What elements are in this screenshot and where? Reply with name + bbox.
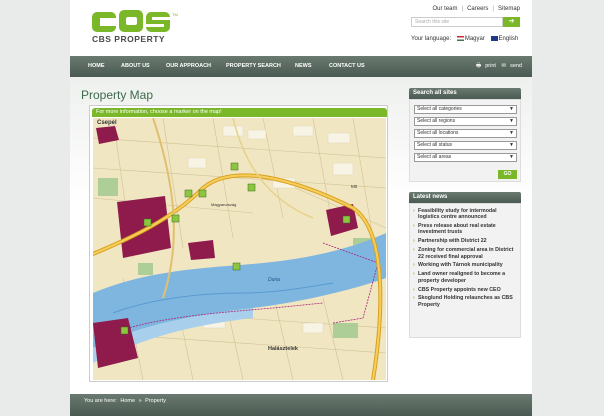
send-link[interactable]: send — [510, 63, 522, 69]
chevron-down-icon: ▼ — [509, 142, 514, 148]
main-content: Property Map For more information, choos… — [70, 77, 532, 394]
brand-name: CBS PROPERTY — [92, 34, 166, 44]
property-marker[interactable] — [342, 215, 351, 224]
category-select[interactable]: Select all categories ▼ — [414, 105, 517, 114]
latest-news-heading: Latest news — [409, 192, 521, 203]
map-label-river: Duna — [268, 277, 280, 283]
nav-property-search[interactable]: PROPERTY SEARCH — [226, 56, 281, 77]
property-marker[interactable] — [247, 183, 256, 192]
news-item[interactable]: Working with Tárnok municipality — [413, 262, 517, 269]
english-flag-icon[interactable] — [490, 36, 498, 41]
search-panel: Select all categories ▼ Select all region… — [409, 99, 521, 182]
print-icon[interactable]: 🖶 — [476, 63, 481, 69]
header: TM CBS PROPERTY Our team | Careers | Sitemap… — [70, 0, 532, 56]
area-select-value: Select all areas — [417, 154, 452, 160]
news-item[interactable]: Partnership with District 22 — [413, 238, 517, 245]
top-links: Our team | Careers | Sitemap — [431, 6, 523, 12]
nav-about-us[interactable]: ABOUT US — [121, 56, 150, 77]
map-label-center: Magyarország — [211, 202, 236, 207]
chevron-down-icon: ▼ — [509, 106, 514, 112]
page-title: Property Map — [81, 88, 154, 102]
chevron-down-icon: ▼ — [509, 130, 514, 136]
region-select-value: Select all regions — [417, 118, 456, 124]
news-item[interactable]: Feasibility study for intermodal logisti… — [413, 208, 517, 221]
area-select[interactable]: Select all areas ▼ — [414, 153, 517, 162]
region-select[interactable]: Select all regions ▼ — [414, 117, 517, 126]
breadcrumb-separator: » — [138, 398, 142, 404]
news-item[interactable]: Zoning for commercial area in District 2… — [413, 247, 517, 260]
map-hint: For more information, choose a marker on… — [92, 108, 387, 117]
go-button[interactable]: GO — [498, 170, 517, 179]
map-label-top-left: Csepel — [97, 120, 117, 126]
nav-tools: 🖶 print ✉ send — [472, 56, 522, 77]
map-label-road: M0 — [351, 184, 358, 189]
breadcrumb: You are here: Home » Property — [70, 394, 532, 416]
our-team-link[interactable]: Our team — [433, 6, 458, 12]
location-select[interactable]: Select all locations ▼ — [414, 129, 517, 138]
news-item[interactable]: Land owner realigned to become a propert… — [413, 271, 517, 284]
sidebar: Search all sites Select all categories ▼ … — [409, 88, 521, 338]
print-link[interactable]: print — [485, 63, 496, 69]
search-button[interactable]: ➔ — [503, 17, 520, 27]
location-select-value: Select all locations — [417, 130, 459, 136]
property-marker[interactable] — [230, 162, 239, 171]
map-canvas[interactable]: Csepel Magyarország Duna Halásztelek M0 — [93, 118, 386, 380]
chevron-down-icon: ▼ — [509, 154, 514, 160]
sitemap-link[interactable]: Sitemap — [498, 6, 520, 12]
map-panel: For more information, choose a marker on… — [89, 105, 388, 382]
property-marker[interactable] — [232, 262, 241, 271]
news-item[interactable]: Press release about real estate investme… — [413, 223, 517, 236]
chevron-down-icon: ▼ — [509, 118, 514, 124]
cbs-logo[interactable]: TM — [82, 10, 187, 50]
search-all-sites-heading: Search all sites — [409, 88, 521, 99]
map-label-town: Halásztelek — [268, 346, 299, 352]
careers-link[interactable]: Careers — [467, 6, 488, 12]
nav-our-approach[interactable]: OUR APPROACH — [166, 56, 211, 77]
page: TM CBS PROPERTY Our team | Careers | Sitemap… — [70, 0, 532, 416]
property-marker[interactable] — [198, 189, 207, 198]
language-magyar[interactable]: Magyar — [465, 36, 485, 42]
property-marker[interactable] — [143, 218, 152, 227]
breadcrumb-prefix: You are here: — [84, 398, 117, 404]
property-marker[interactable] — [171, 214, 180, 223]
status-select-value: Select all status — [417, 142, 453, 148]
breadcrumb-property[interactable]: Property — [145, 398, 166, 404]
news-item[interactable]: CBS Property appoints new CEO — [413, 287, 517, 294]
news-list: Feasibility study for intermodal logisti… — [409, 203, 521, 338]
status-select[interactable]: Select all status ▼ — [414, 141, 517, 150]
main-nav: HOME ABOUT US OUR APPROACH PROPERTY SEAR… — [70, 56, 532, 77]
language-english[interactable]: English — [499, 36, 519, 42]
property-marker[interactable] — [184, 189, 193, 198]
category-select-value: Select all categories — [417, 106, 462, 112]
separator: | — [492, 6, 494, 12]
svg-text:TM: TM — [172, 12, 178, 17]
hungarian-flag-icon[interactable] — [456, 36, 464, 41]
nav-home[interactable]: HOME — [88, 56, 105, 77]
news-item[interactable]: Skoglund Holding relaunches as CBS Prope… — [413, 295, 517, 308]
separator: | — [461, 6, 464, 12]
search-input[interactable]: Search this site — [411, 17, 503, 27]
nav-contact-us[interactable]: CONTACT US — [329, 56, 365, 77]
language-label: Your language: — [411, 36, 452, 43]
send-icon[interactable]: ✉ — [501, 63, 506, 69]
language-switcher: Your language: Magyar English — [411, 36, 518, 42]
breadcrumb-home[interactable]: Home — [120, 398, 135, 404]
property-map[interactable]: Csepel Magyarország Duna Halásztelek M0 — [93, 118, 386, 380]
property-marker[interactable] — [120, 326, 129, 335]
nav-news[interactable]: NEWS — [295, 56, 312, 77]
